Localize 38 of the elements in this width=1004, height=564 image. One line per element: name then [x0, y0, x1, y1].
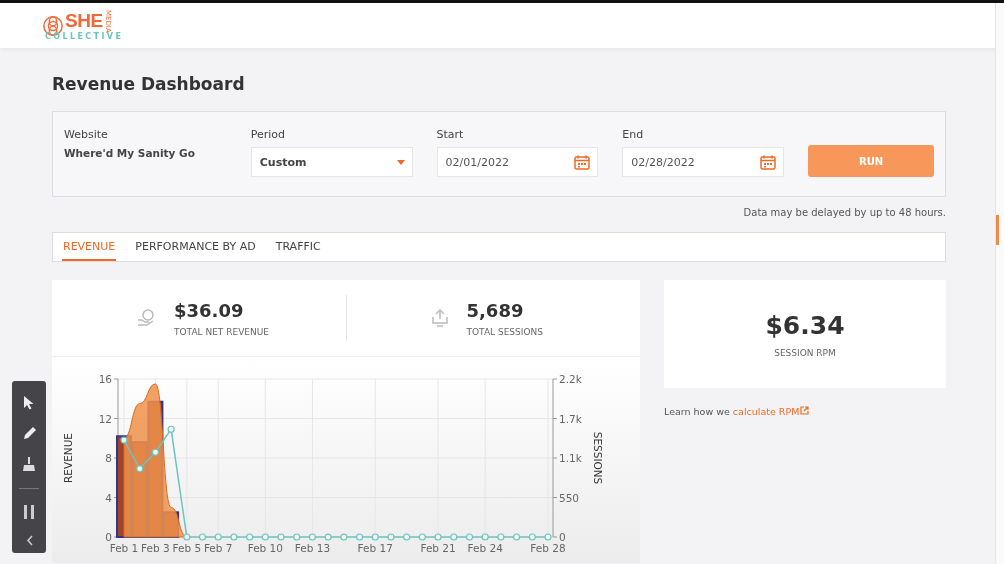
axis-tick-label: 2.2k — [559, 373, 582, 385]
rpm-label: SESSION RPM — [774, 347, 836, 358]
axis-tick-label: Feb 1 — [109, 542, 139, 554]
logo-subtitle: COLLECTIVE — [45, 32, 124, 42]
stat-label: TOTAL NET REVENUE — [174, 326, 269, 337]
axis-tick-label: Feb 10 — [247, 542, 283, 554]
rpm-help-text: Learn how we calculate RPM — [664, 406, 946, 417]
logo-wordmark: SHE — [65, 11, 103, 31]
axis-tick-label: 12 — [98, 412, 112, 425]
field-label: Period — [250, 128, 287, 141]
page-title: Revenue Dashboard — [52, 74, 246, 94]
stat-value: 5,689 — [466, 299, 525, 321]
axis-tick-label: 0 — [559, 531, 566, 543]
axis-tick-label: Feb 7 — [203, 542, 233, 554]
axis-tick-label: 550 — [559, 491, 580, 504]
axis-title: SESSIONS — [592, 431, 604, 485]
stat-label: TOTAL SESSIONS — [466, 326, 543, 337]
axis-title: REVENUE — [62, 433, 74, 483]
axis-tick-label: 8 — [105, 452, 112, 464]
website-name: Where'd My Sanity Go — [64, 147, 196, 159]
axis-tick-label: Feb 5 — [172, 542, 202, 554]
axis-tick-label: Feb 13 — [294, 542, 331, 554]
field-label: Start — [436, 128, 465, 141]
axis-tick-label: 1.7k — [559, 412, 582, 425]
delay-note: Data may be delayed by up to 48 hours. — [743, 207, 946, 218]
stat-value: $36.09 — [174, 299, 245, 321]
axis-tick-label: Feb 17 — [357, 542, 393, 554]
field-label: Website — [64, 128, 109, 141]
rpm-value: $6.34 — [765, 310, 845, 340]
axis-tick-label: Feb 21 — [420, 542, 456, 554]
axis-tick-label: 1.1k — [559, 452, 582, 464]
field-label: End — [622, 128, 645, 141]
axis-tick-label: Feb 28 — [530, 542, 566, 554]
axis-tick-label: Feb 3 — [141, 542, 170, 554]
axis-tick-label: 16 — [98, 373, 112, 385]
axis-tick-label: Feb 24 — [467, 542, 503, 554]
axis-tick-label: 0 — [105, 531, 112, 543]
axis-tick-label: 4 — [105, 491, 112, 504]
